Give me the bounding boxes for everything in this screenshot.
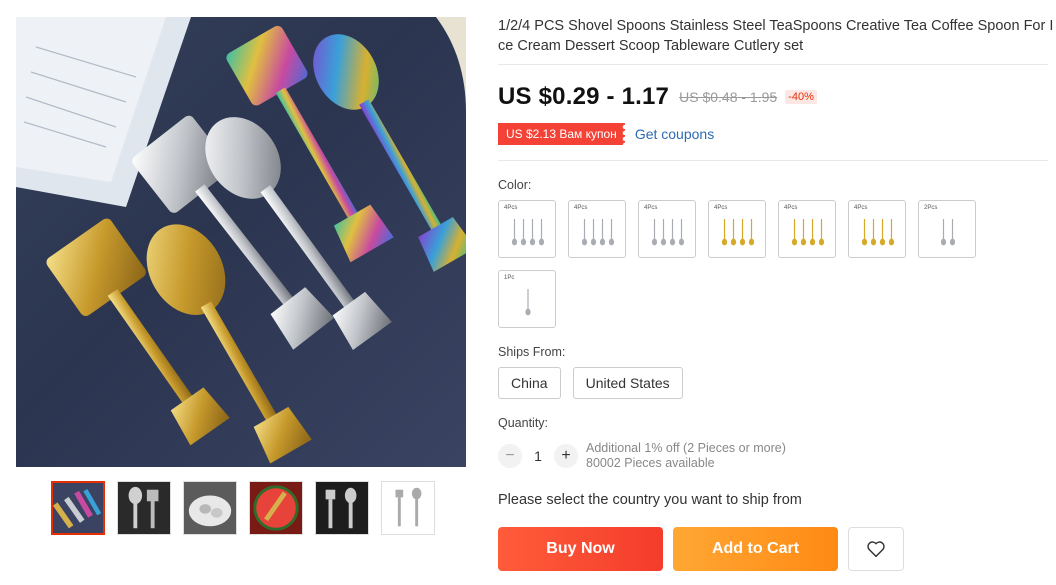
color-options: 4Pcs 4Pcs 4Pcs 4Pcs 4Pcs 4Pcs 2Pcs 1Pc [498,200,988,328]
divider [498,160,1048,161]
ships-from-label: Ships From: [498,345,566,359]
coupon-row: US $2.13 Вам купон Get coupons [498,123,714,145]
spoon-set-thumbnail [721,219,755,246]
color-option-1[interactable]: 4Pcs [498,200,556,258]
product-photo [16,17,466,464]
get-coupons-link[interactable]: Get coupons [635,126,714,142]
color-option-4[interactable]: 4Pcs [708,200,766,258]
spoon-set-thumbnail [581,219,615,246]
buy-now-button[interactable]: Buy Now [498,527,663,571]
color-option-6[interactable]: 4Pcs [848,200,906,258]
wishlist-button[interactable] [848,527,904,571]
thumbnail-strip [51,481,435,535]
decrease-quantity-button[interactable]: − [498,444,522,468]
shipping-prompt: Please select the country you want to sh… [498,492,802,508]
thumbnail-1[interactable] [51,481,105,535]
coupon-badge: US $2.13 Вам купон [498,123,629,145]
spoon-set-thumbnail [511,219,545,246]
spoon-set-thumbnail [940,219,956,246]
quantity-label: Quantity: [498,416,549,430]
divider [498,64,1048,65]
color-option-2[interactable]: 4Pcs [568,200,626,258]
thumbnail-4[interactable] [249,481,303,535]
spoon-set-thumbnail [525,289,531,316]
increase-quantity-button[interactable]: + [554,444,578,468]
color-option-8[interactable]: 1Pc [498,270,556,328]
price-row: US $0.29 - 1.17 US $0.48 - 1.95 -40% [498,83,817,111]
add-to-cart-button[interactable]: Add to Cart [673,527,838,571]
product-title: 1/2/4 PCS Shovel Spoons Stainless Steel … [498,18,1054,54]
quantity-info: Additional 1% off (2 Pieces or more) 800… [586,441,786,471]
thumbnail-2[interactable] [117,481,171,535]
thumbnail-5[interactable] [315,481,369,535]
current-price: US $0.29 - 1.17 [498,83,670,110]
ship-option-china[interactable]: China [498,367,561,399]
thumbnail-6[interactable] [381,481,435,535]
stock-available-text: 80002 Pieces available [586,456,715,470]
quantity-value[interactable]: 1 [522,448,554,464]
bulk-discount-text: Additional 1% off (2 Pieces or more) [586,441,786,455]
spoon-set-thumbnail [651,219,685,246]
discount-badge: -40% [785,90,817,104]
purchase-actions: Buy Now Add to Cart [498,527,904,571]
color-option-5[interactable]: 4Pcs [778,200,836,258]
quantity-stepper: − 1 + Additional 1% off (2 Pieces or mor… [498,441,786,471]
color-option-7[interactable]: 2Pcs [918,200,976,258]
original-price: US $0.48 - 1.95 [679,89,778,105]
main-product-image [16,17,466,467]
color-label: Color: [498,178,532,192]
ship-option-united-states[interactable]: United States [572,367,683,399]
heart-icon [867,541,885,558]
color-option-3[interactable]: 4Pcs [638,200,696,258]
spoon-set-thumbnail [861,219,895,246]
spoon-set-thumbnail [791,219,825,246]
ships-from-options: China United States [498,367,683,399]
thumbnail-3[interactable] [183,481,237,535]
